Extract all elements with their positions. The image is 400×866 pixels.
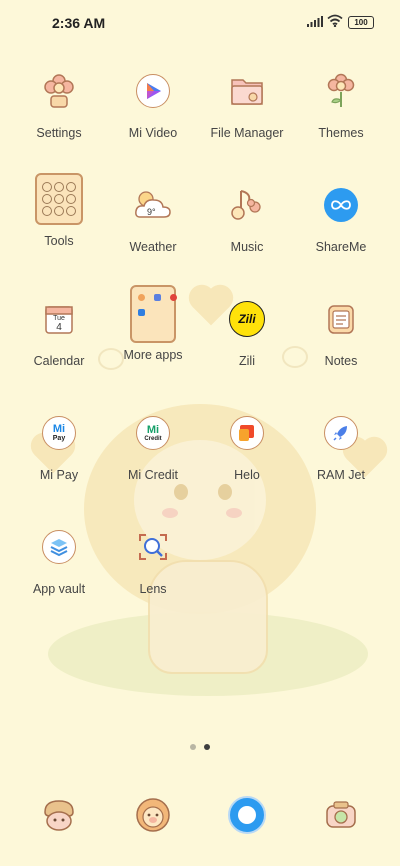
calendar-icon: Tue 4 bbox=[36, 296, 82, 342]
dock-phone[interactable] bbox=[40, 796, 78, 834]
app-label: File Manager bbox=[210, 126, 284, 140]
wallpaper-ground bbox=[48, 612, 368, 696]
app-label: Helo bbox=[234, 468, 260, 482]
page-dot[interactable] bbox=[190, 744, 196, 750]
app-file-manager[interactable]: File Manager bbox=[199, 68, 295, 140]
signal-icon bbox=[307, 16, 323, 27]
folder-icon bbox=[224, 68, 270, 114]
tools-folder-icon bbox=[35, 173, 83, 225]
lens-icon bbox=[130, 524, 176, 570]
app-shareme[interactable]: ShareMe bbox=[293, 182, 389, 254]
app-label: ShareMe bbox=[315, 240, 367, 254]
dock-browser[interactable] bbox=[228, 796, 266, 834]
app-label: Music bbox=[230, 240, 264, 254]
lion-face-icon bbox=[136, 798, 170, 832]
app-label: Lens bbox=[139, 582, 167, 596]
app-label: Zili bbox=[239, 354, 255, 368]
app-label: Notes bbox=[324, 354, 358, 368]
app-label: RAM Jet bbox=[317, 468, 365, 482]
app-label: Mi Credit bbox=[127, 468, 178, 482]
camera-icon bbox=[326, 801, 356, 828]
calendar-day: Tue bbox=[53, 315, 65, 322]
app-label: Settings bbox=[36, 126, 82, 140]
mi-pay-icon: Mi Pay bbox=[42, 416, 76, 450]
app-music[interactable]: Music bbox=[199, 182, 295, 254]
page-indicator bbox=[190, 744, 210, 750]
wifi-icon bbox=[327, 14, 343, 27]
status-time: 2:36 AM bbox=[52, 15, 106, 31]
app-calendar[interactable]: Tue 4 Calendar bbox=[11, 296, 107, 368]
dock-messaging[interactable] bbox=[134, 796, 172, 834]
app-ram-jet[interactable]: RAM Jet bbox=[293, 410, 389, 482]
zili-icon: Zili bbox=[229, 301, 265, 337]
app-label: Mi Pay bbox=[39, 468, 79, 482]
page-dot-current[interactable] bbox=[204, 744, 210, 750]
app-label: Tools bbox=[44, 234, 74, 248]
status-bar: 2:36 AM 100 bbox=[0, 0, 400, 44]
app-label: App vault bbox=[32, 582, 86, 596]
app-zili[interactable]: Zili Zili bbox=[199, 296, 295, 368]
app-vault-icon bbox=[42, 530, 76, 564]
dock-camera[interactable] bbox=[322, 796, 360, 834]
browser-icon bbox=[228, 796, 266, 834]
app-mi-credit[interactable]: Mi Credit Mi Credit bbox=[105, 410, 201, 482]
app-label: Themes bbox=[318, 126, 364, 140]
mi-video-icon bbox=[136, 74, 170, 108]
app-notes[interactable]: Notes bbox=[293, 296, 389, 368]
app-app-vault[interactable]: App vault bbox=[11, 524, 107, 596]
app-mi-video[interactable]: Mi Video bbox=[105, 68, 201, 140]
phone-dock-icon bbox=[44, 800, 74, 831]
app-label: More apps bbox=[123, 348, 183, 362]
app-lens[interactable]: Lens bbox=[105, 524, 201, 596]
notes-icon bbox=[318, 296, 364, 342]
flower-bud-icon bbox=[318, 68, 364, 114]
music-note-icon bbox=[224, 182, 270, 228]
weather-cloud-icon: 9° bbox=[130, 182, 176, 228]
flower-icon bbox=[36, 68, 82, 114]
shareme-icon bbox=[324, 188, 358, 222]
app-themes[interactable]: Themes bbox=[293, 68, 389, 140]
helo-icon bbox=[230, 416, 264, 450]
weather-temp: 9° bbox=[147, 207, 156, 217]
app-label: Calendar bbox=[33, 354, 85, 368]
app-mi-pay[interactable]: Mi Pay Mi Pay bbox=[11, 410, 107, 482]
rocket-icon bbox=[324, 416, 358, 450]
app-label: Mi Video bbox=[128, 126, 178, 140]
app-helo[interactable]: Helo bbox=[199, 410, 295, 482]
app-more-apps[interactable]: More apps bbox=[105, 285, 201, 362]
app-settings[interactable]: Settings bbox=[11, 68, 107, 140]
more-apps-folder-icon bbox=[130, 285, 177, 343]
app-tools[interactable]: Tools bbox=[11, 172, 107, 248]
app-weather[interactable]: 9° Weather bbox=[105, 182, 201, 254]
mi-credit-icon: Mi Credit bbox=[136, 416, 170, 450]
app-label: Weather bbox=[129, 240, 177, 254]
calendar-date: 4 bbox=[56, 322, 62, 333]
battery-icon: 100 bbox=[348, 16, 374, 29]
